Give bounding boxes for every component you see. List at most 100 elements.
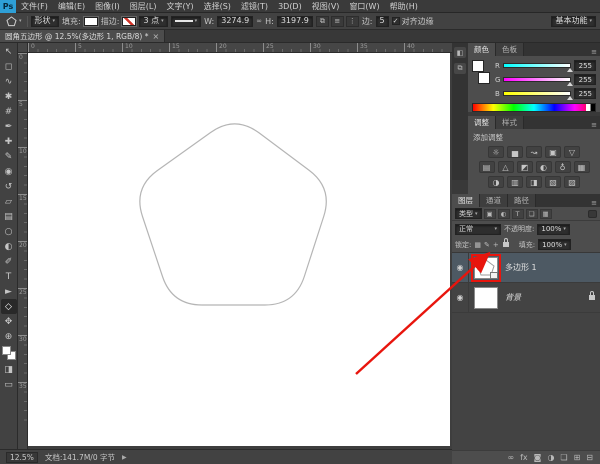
menu-item[interactable]: 窗口(W) (344, 1, 384, 12)
layer-row-polygon-1[interactable]: ◉ 多边形 1 (452, 253, 600, 283)
menu-item[interactable]: 文件(F) (16, 1, 53, 12)
menu-item[interactable]: 选择(S) (199, 1, 236, 12)
background-color-swatch[interactable] (478, 72, 490, 84)
dodge-tool[interactable]: ◐ (1, 239, 17, 254)
path-arrangement-icon[interactable]: ⋮ (346, 16, 359, 27)
path-alignment-icon[interactable]: ≡ (331, 16, 344, 27)
marquee-tool[interactable]: ◻ (1, 59, 17, 74)
shape-tool[interactable]: ◇ (1, 299, 17, 314)
blend-mode-select[interactable]: 正常▾ (455, 224, 501, 235)
slider-thumb[interactable] (567, 96, 573, 100)
red-slider[interactable] (503, 63, 571, 68)
width-input[interactable]: 3274.9 (217, 16, 253, 27)
menu-item[interactable]: 文字(Y) (161, 1, 198, 12)
layer-filter-icon[interactable]: ▦ (540, 209, 552, 219)
adjustment-icon[interactable]: ◨ (526, 176, 542, 188)
color-fg-bg-swatches[interactable] (472, 60, 490, 84)
panel-menu-icon[interactable]: ≡ (591, 199, 600, 207)
green-value-input[interactable]: 255 (574, 74, 596, 85)
sides-input[interactable]: 5 (376, 16, 389, 27)
path-operations-icon[interactable]: ⧉ (316, 16, 329, 27)
adjustment-icon[interactable]: ▽ (564, 146, 580, 158)
brush-tool[interactable]: ✎ (1, 149, 17, 164)
layer-filter-icon[interactable]: ▣ (484, 209, 496, 219)
path-selection-tool[interactable]: ► (1, 284, 17, 299)
layer-mask-icon[interactable]: ◙ (534, 453, 542, 463)
menu-item[interactable]: 编辑(E) (53, 1, 90, 12)
layer-filter-select[interactable]: 类型▾ (455, 208, 482, 219)
menu-item[interactable]: 图像(I) (90, 1, 125, 12)
layer-filter-icon[interactable]: T (512, 209, 524, 219)
layer-fill-input[interactable]: 100%▾ (538, 239, 571, 250)
eye-icon[interactable]: ◉ (457, 293, 464, 302)
align-edges-checkbox[interactable]: 对齐边缘 (392, 16, 434, 27)
foreground-background-swatches[interactable] (2, 346, 16, 360)
red-value-input[interactable]: 255 (574, 60, 596, 71)
foreground-color-swatch[interactable] (472, 60, 484, 72)
delete-layer-icon[interactable]: ⊟ (586, 453, 593, 463)
type-tool[interactable]: T (1, 269, 17, 284)
menu-item[interactable]: 视图(V) (307, 1, 345, 12)
opacity-input[interactable]: 100%▾ (537, 224, 570, 235)
tab-styles[interactable]: 样式 (496, 116, 524, 129)
layer-row-background[interactable]: ◉ 背景 (452, 283, 600, 313)
tab-channels[interactable]: 通道 (480, 194, 508, 207)
adjustment-icon[interactable]: ▧ (545, 176, 561, 188)
adjustment-icon[interactable]: ▤ (479, 161, 495, 173)
adjustment-icon[interactable]: ▦ (574, 161, 590, 173)
link-layers-icon[interactable]: ∞ (507, 453, 514, 463)
adjustment-icon[interactable]: ☼ (488, 146, 504, 158)
adjustment-icon[interactable]: △ (498, 161, 514, 173)
eraser-tool[interactable]: ▱ (1, 194, 17, 209)
adjustment-icon[interactable]: ▥ (507, 176, 523, 188)
tool-mode-select[interactable]: 形状▾ (31, 16, 60, 27)
panel-menu-icon[interactable]: ≡ (591, 121, 600, 129)
layer-filter-icon[interactable]: ◐ (498, 209, 510, 219)
quick-mask-button[interactable]: ◨ (1, 362, 17, 377)
adjustment-icon[interactable]: ◑ (488, 176, 504, 188)
menu-item[interactable]: 帮助(H) (385, 1, 423, 12)
layer-thumbnail-background[interactable] (474, 287, 498, 309)
panel-menu-icon[interactable]: ≡ (591, 48, 600, 56)
tab-color[interactable]: 颜色 (468, 43, 496, 56)
clone-stamp-tool[interactable]: ◉ (1, 164, 17, 179)
healing-brush-tool[interactable]: ✚ (1, 134, 17, 149)
visibility-cell[interactable]: ◉ (452, 253, 469, 282)
adjustment-icon[interactable]: ↝ (526, 146, 542, 158)
new-layer-icon[interactable]: ⊞ (574, 453, 581, 463)
green-slider[interactable] (503, 77, 571, 82)
lasso-tool[interactable]: ∿ (1, 74, 17, 89)
tab-layers[interactable]: 图层 (452, 194, 480, 207)
document-tab[interactable]: 圆角五边形 @ 12.5%(多边形 1, RGB/8) * × (0, 30, 165, 42)
tab-adjustments[interactable]: 调整 (468, 116, 496, 129)
visibility-cell[interactable]: ◉ (452, 283, 469, 312)
lock-transparency-icon[interactable]: ▦ (474, 241, 481, 249)
adjustment-icon[interactable]: ▣ (545, 146, 561, 158)
layer-name[interactable]: 多边形 1 (505, 262, 595, 273)
lock-position-icon[interactable]: + (493, 241, 499, 249)
spectrum-end-swatches[interactable] (586, 104, 595, 111)
stroke-width-select[interactable]: 3 点▾ (139, 16, 167, 27)
layer-filter-icon[interactable]: ❏ (526, 209, 538, 219)
history-brush-tool[interactable]: ↺ (1, 179, 17, 194)
lock-pixels-icon[interactable]: ✎ (484, 241, 490, 249)
zoom-level-input[interactable]: 12.5% (6, 452, 38, 463)
quick-selection-tool[interactable]: ✱ (1, 89, 17, 104)
status-expand-icon[interactable]: ▶ (122, 454, 127, 461)
new-adjustment-layer-icon[interactable]: ◑ (547, 453, 554, 463)
gradient-tool[interactable]: ▤ (1, 209, 17, 224)
adjustment-icon[interactable]: ▅ (507, 146, 523, 158)
tab-swatches[interactable]: 色板 (496, 43, 524, 56)
adjustment-icon[interactable]: ▨ (564, 176, 580, 188)
zoom-tool[interactable]: ⊕ (1, 329, 17, 344)
slider-thumb[interactable] (567, 82, 573, 86)
workspace-switcher[interactable]: 基本功能▾ (551, 16, 596, 27)
eye-icon[interactable]: ◉ (457, 263, 464, 272)
color-spectrum-bar[interactable] (472, 103, 596, 112)
filter-toggle[interactable] (588, 210, 597, 218)
stroke-color-swatch[interactable] (122, 17, 136, 26)
crop-tool[interactable]: # (1, 104, 17, 119)
screen-mode-button[interactable]: ▭ (1, 377, 17, 392)
move-tool[interactable]: ↖ (1, 44, 17, 59)
slider-thumb[interactable] (567, 68, 573, 72)
